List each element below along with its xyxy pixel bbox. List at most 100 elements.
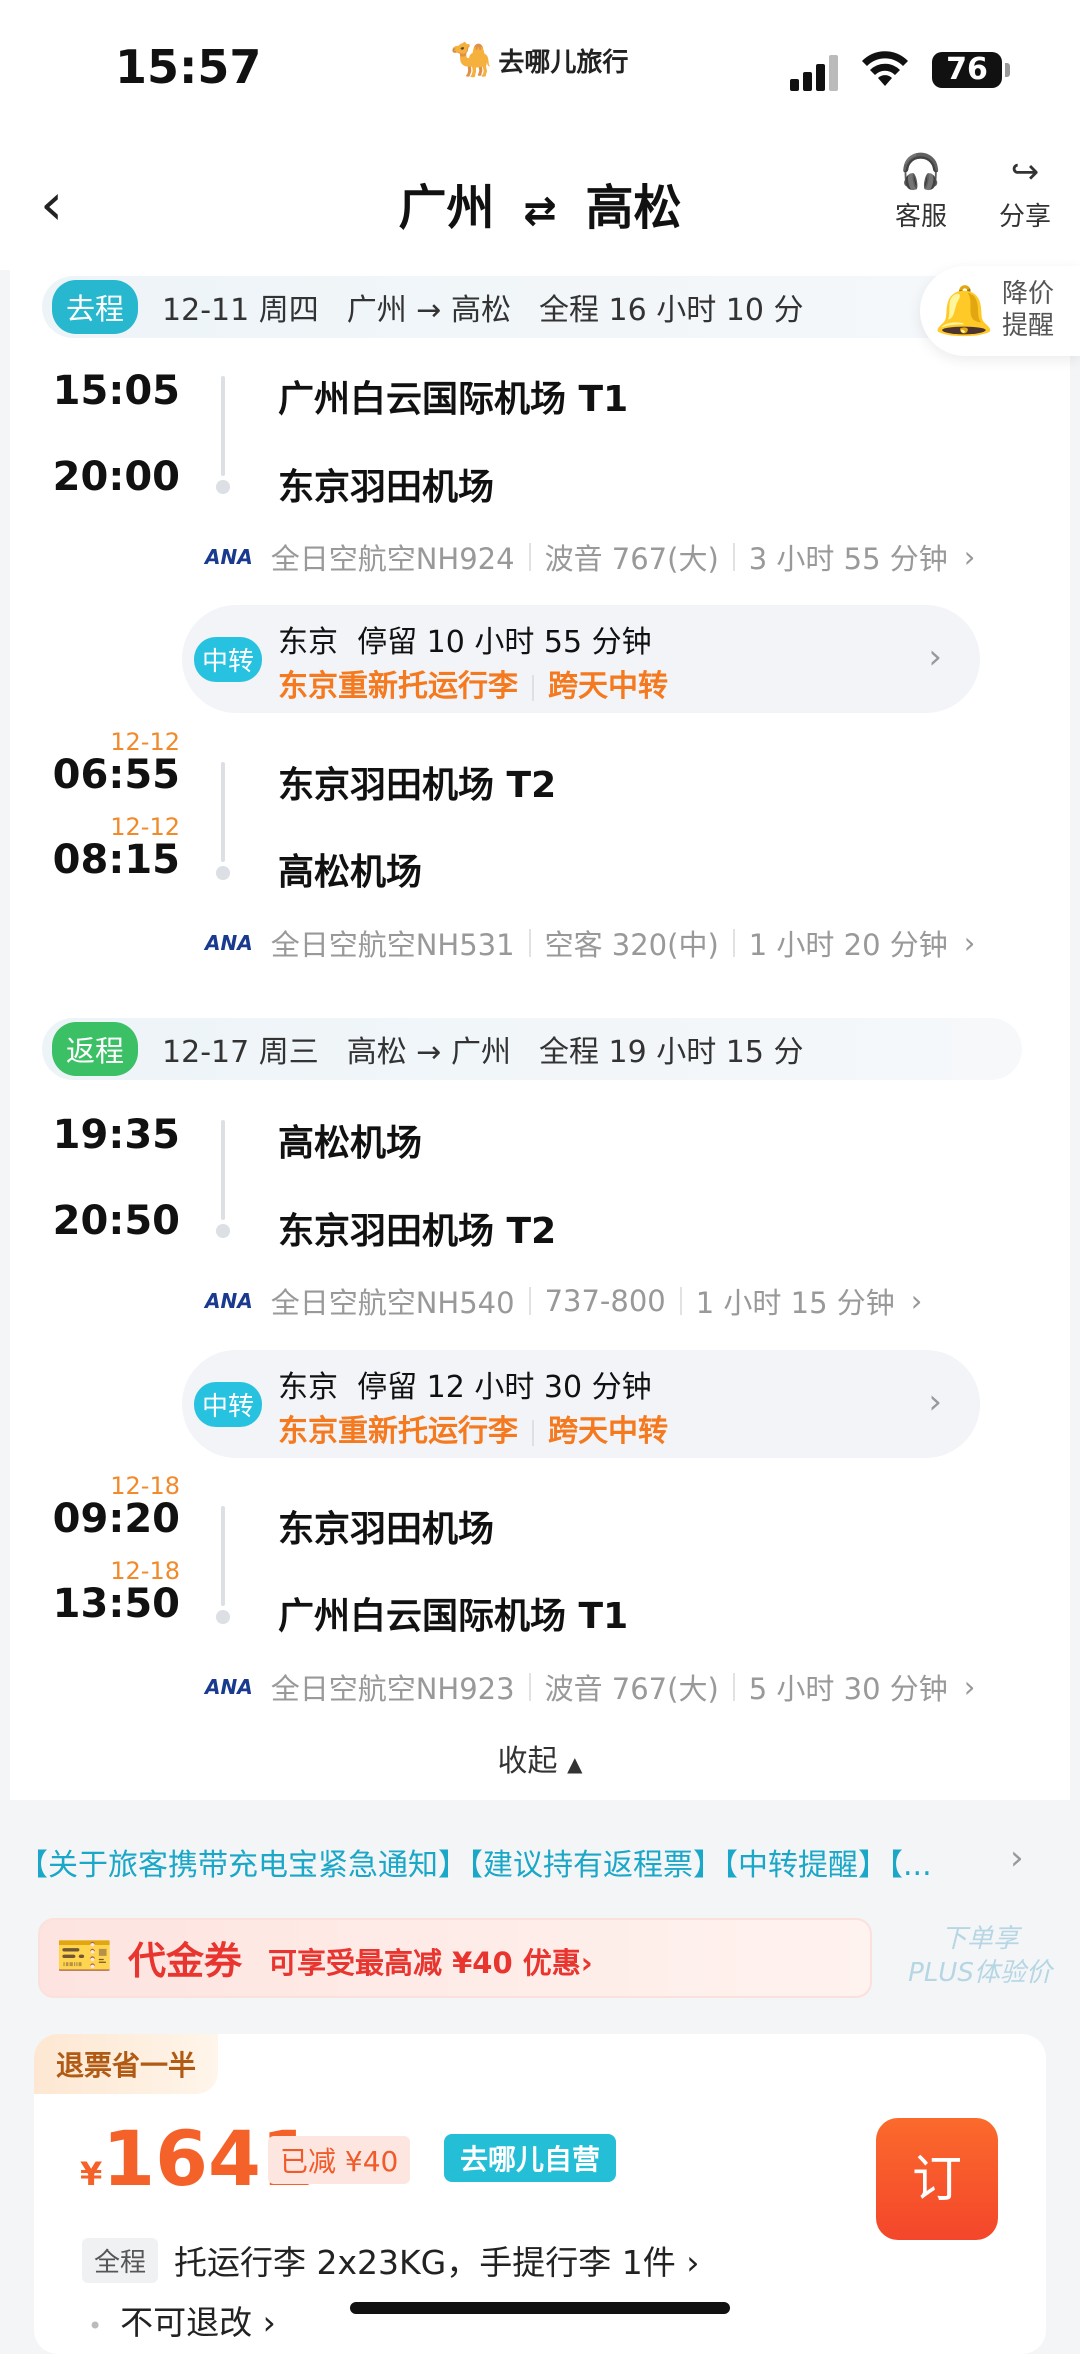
home-indicator [350,2302,730,2314]
dep-airport: 高松机场 [278,1123,423,1164]
arr-airport: 高松机场 [278,852,423,893]
coupon-title: 代金券 [128,1939,243,1983]
dep-airport: 广州白云国际机场 T1 [278,379,629,420]
outbound-header: 去程 12-11 周四 广州 → 高松 全程 16 小时 10 分 [42,276,1022,338]
self-operated-badge: 去哪儿自营 [444,2134,617,2182]
coupon-desc: 可享受最高减 ¥40 优惠› [268,1946,593,1980]
coupon-icon: 🎫 [56,1928,114,1982]
arr-time: 13:50 [52,1581,180,1627]
timeline [221,1120,225,1220]
arr-airport: 东京羽田机场 T2 [278,1211,557,1252]
airline-flight: 全日空航空NH923 [270,1672,515,1706]
battery-indicator: 76 [932,52,1010,88]
arr-airport: 东京羽田机场 [278,467,495,508]
timeline [221,1506,225,1606]
transfer-stay: 东京 停留 10 小时 55 分钟 [278,625,652,660]
timeline-dot [216,866,230,880]
timeline [221,762,225,862]
customer-service-label: 客服 [894,202,947,232]
flight-info-row[interactable]: ANA 全日空航空NH540 737-800 1 小时 15 分钟 › [205,1280,922,1322]
aircraft: 空客 320(中) [544,928,719,962]
book-button[interactable]: 订 [876,2118,998,2240]
transfer-tag: 中转 [194,1382,263,1427]
caret-up-icon: ▲ [567,1752,583,1776]
price-alert-label: 降价 提醒 [1002,279,1055,341]
refund-badge: 退票省一半 [34,2034,219,2094]
discount-badge: 已减 ¥40 [268,2136,411,2184]
flight-duration: 1 小时 15 分钟 [695,1286,895,1320]
scope-tag: 全程 [82,2238,159,2283]
timeline [221,376,225,476]
ana-logo-icon: ANA [205,931,253,955]
chevron-right-icon: › [963,540,976,574]
arr-time: 08:15 [52,837,180,883]
origin-city: 广州 [398,180,495,236]
top-nav: ‹ 广州 ⇄ 高松 🎧 客服 ↪ 分享 [0,130,1080,270]
swap-arrows-icon: ⇄ [523,188,557,234]
price-alert-button[interactable]: 🔔 降价 提醒 [920,266,1080,356]
chevron-right-icon: › [928,637,942,677]
return-route: 高松 → 广州 [346,1035,511,1070]
timeline-dot [216,1224,230,1238]
dep-time: 06:55 [52,752,180,798]
dep-time: 15:05 [52,368,180,414]
flight-duration: 5 小时 30 分钟 [748,1672,948,1706]
return-date: 12-17 周三 [162,1035,319,1070]
arr-time: 20:50 [52,1198,180,1244]
flight-info-row[interactable]: ANA 全日空航空NH923 波音 767(大) 5 小时 30 分钟 › [205,1666,975,1708]
plus-price-hint: 下单享 PLUS体验价 [908,1924,1052,1988]
camel-logo-icon: 🐪 [450,40,493,80]
chevron-right-icon: › [963,926,976,960]
airline-flight: 全日空航空NH531 [270,928,515,962]
airline-flight: 全日空航空NH924 [270,542,515,576]
chevron-right-icon: › [928,1382,942,1422]
flight-duration: 1 小时 20 分钟 [748,928,948,962]
status-time: 15:57 [115,40,262,94]
aircraft: 737-800 [544,1284,666,1318]
return-header: 返程 12-17 周三 高松 → 广州 全程 19 小时 15 分 [42,1018,1022,1080]
ana-logo-icon: ANA [205,1289,253,1313]
transfer-banner[interactable]: 中转 东京 停留 12 小时 30 分钟 东京重新托运行李 跨天中转 › [182,1350,980,1458]
customer-service-button[interactable]: 🎧 客服 [876,152,966,233]
dep-time: 09:20 [52,1496,180,1542]
signal-icon [790,55,838,91]
chevron-right-icon: › [963,1670,976,1704]
return-tag: 返程 [52,1022,139,1076]
flight-info-row[interactable]: ANA 全日空航空NH531 空客 320(中) 1 小时 20 分钟 › [205,922,975,964]
notice-bar[interactable]: 【关于旅客携带充电宝紧急通知】【建议持有返程票】【中转提醒】【... › [0,1800,1080,1920]
brand-name: 去哪儿旅行 [498,47,629,78]
transfer-banner[interactable]: 中转 东京 停留 10 小时 55 分钟 东京重新托运行李 跨天中转 › [182,605,980,713]
transfer-stay: 东京 停留 12 小时 30 分钟 [278,1370,652,1405]
dep-airport: 东京羽田机场 T2 [278,765,557,806]
headset-icon: 🎧 [899,152,943,192]
outbound-total: 全程 16 小时 10 分 [538,293,804,328]
share-icon: ↪ [1010,152,1040,192]
airline-flight: 全日空航空NH540 [270,1286,515,1320]
timeline-dot [216,1610,230,1624]
share-button[interactable]: ↪ 分享 [980,152,1070,233]
flight-duration: 3 小时 55 分钟 [748,542,948,576]
aircraft: 波音 767(大) [544,1672,719,1706]
transfer-tag: 中转 [194,637,263,682]
coupon-banner[interactable]: 🎫 代金券 可享受最高减 ¥40 优惠› [38,1918,872,1998]
collapse-button[interactable]: 收起 ▲ [0,1736,1080,1780]
notice-text: 【关于旅客携带充电宝紧急通知】【建议持有返程票】【中转提醒】【... [18,1848,932,1883]
chevron-right-icon: › [1010,1838,1024,1878]
return-total: 全程 19 小时 15 分 [538,1035,804,1070]
outbound-tag: 去程 [52,280,139,334]
aircraft: 波音 767(大) [544,542,719,576]
ana-logo-icon: ANA [205,1675,253,1699]
app-brand: 🐪 去哪儿旅行 [450,40,628,80]
transfer-notes: 东京重新托运行李 跨天中转 [278,1414,668,1449]
outbound-date: 12-11 周四 [162,293,319,328]
outbound-route: 广州 → 高松 [346,293,511,328]
bell-icon: 🔔 [934,283,994,339]
baggage-info[interactable]: 托运行李 2x23KG，手提行李 1件 › [174,2236,699,2284]
share-label: 分享 [998,202,1051,232]
timeline-dot [216,480,230,494]
chevron-right-icon: › [910,1284,923,1318]
arr-time: 20:00 [52,454,180,500]
dep-airport: 东京羽田机场 [278,1509,495,1550]
wifi-icon [862,51,908,86]
flight-info-row[interactable]: ANA 全日空航空NH924 波音 767(大) 3 小时 55 分钟 › [205,536,975,578]
